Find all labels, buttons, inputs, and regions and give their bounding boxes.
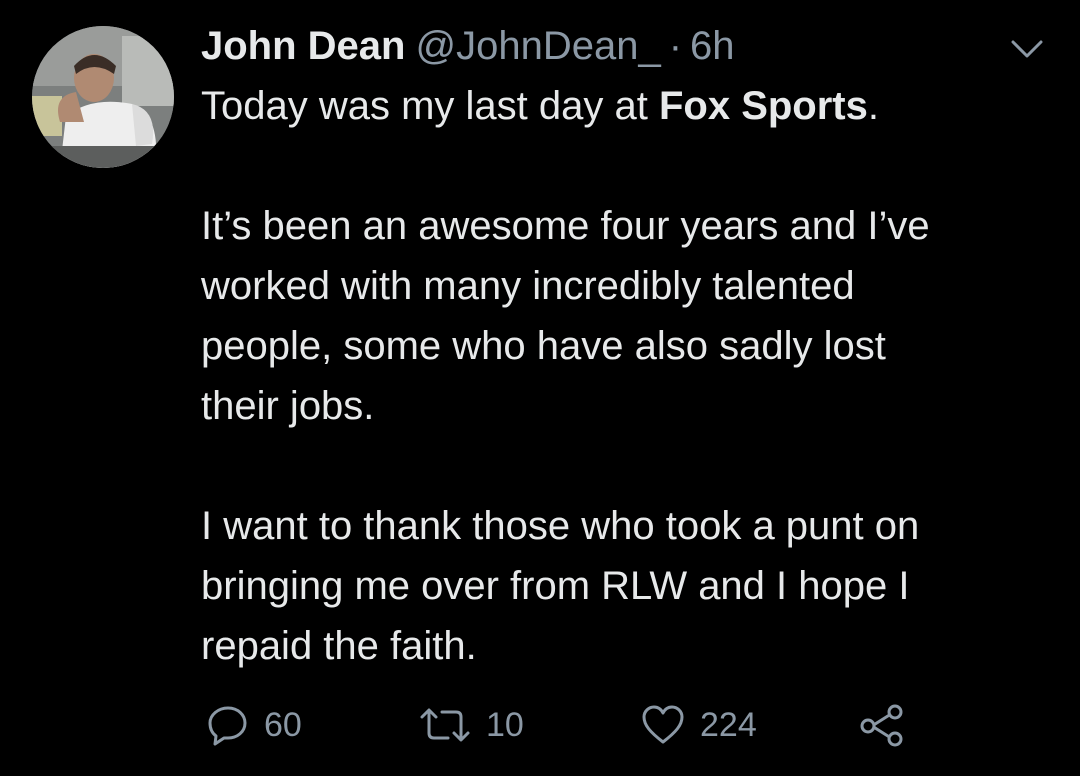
- tweet-line: worked with many incredibly talented: [201, 264, 855, 308]
- author-handle[interactable]: @JohnDean_: [415, 24, 660, 68]
- author-name[interactable]: John Dean: [201, 24, 405, 68]
- chevron-down-icon[interactable]: [1010, 38, 1044, 60]
- like-button[interactable]: 224: [640, 700, 757, 750]
- reply-icon: [208, 706, 247, 746]
- heart-icon: [642, 705, 684, 744]
- like-count: 224: [700, 705, 757, 744]
- tweet-text-bold: Fox Sports: [658, 84, 868, 128]
- reply-button[interactable]: 60: [206, 700, 302, 750]
- tweet-header: John Dean @JohnDean_ · 6h: [201, 22, 735, 70]
- tweet-line: It’s been an awesome four years and I’ve: [201, 204, 930, 248]
- tweet-line: repaid the faith.: [201, 624, 477, 668]
- retweet-button[interactable]: 10: [418, 700, 524, 750]
- tweet[interactable]: John Dean @JohnDean_ · 6h Today was my last…: [0, 0, 1080, 776]
- reply-count: 60: [264, 705, 302, 744]
- tweet-line: Today was my last day at Fox Sports.: [201, 76, 1061, 136]
- tweet-line: bringing me over from RLW and I hope I: [201, 564, 910, 608]
- tweet-text-segment: Today was my last day at: [201, 84, 659, 128]
- tweet-text-segment: .: [867, 84, 879, 128]
- tweet-line: people, some who have also sadly lost: [201, 324, 886, 368]
- retweet-icon: [420, 708, 470, 742]
- tweet-line: I want to thank those who took a punt on: [201, 504, 920, 548]
- tweet-text: Today was my last day at Fox Sports. It’…: [201, 76, 1061, 676]
- action-bar: 60 10 224: [0, 700, 1080, 750]
- avatar[interactable]: [32, 26, 174, 168]
- tweet-timestamp[interactable]: 6h: [690, 24, 735, 68]
- retweet-count: 10: [486, 705, 524, 744]
- tweet-line: their jobs.: [201, 384, 375, 428]
- share-icon: [860, 704, 903, 747]
- separator-dot: ·: [668, 24, 683, 68]
- share-button[interactable]: [858, 700, 906, 750]
